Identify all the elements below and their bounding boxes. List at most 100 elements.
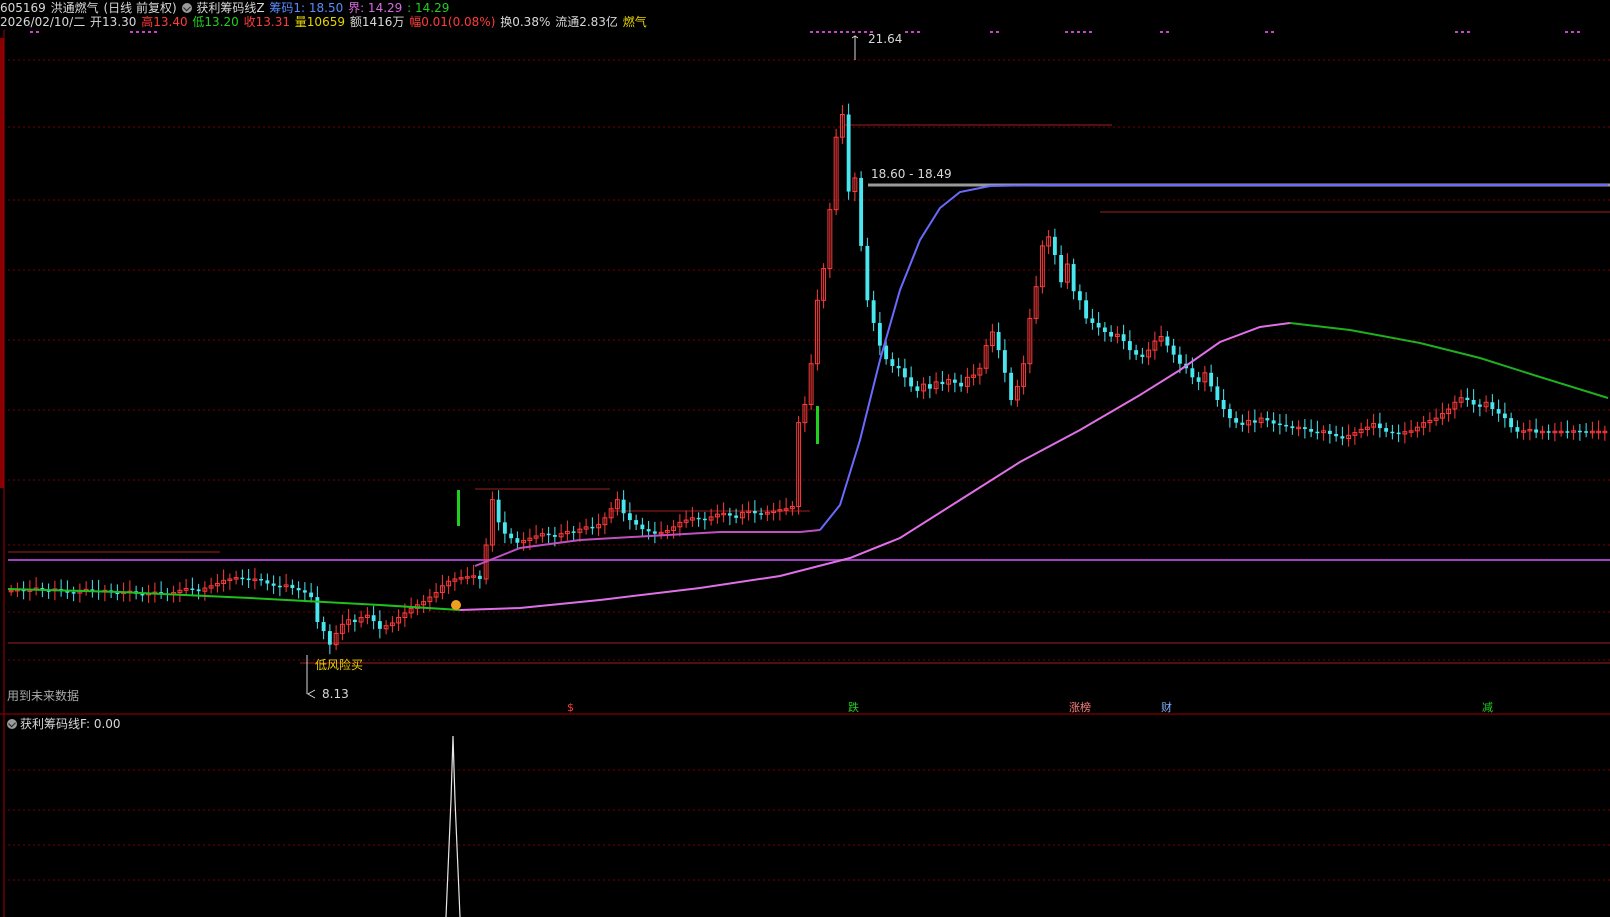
event-label: $	[567, 701, 574, 714]
top-marker-dot	[148, 31, 151, 33]
candle-body	[1577, 430, 1582, 433]
candle-body	[1171, 345, 1176, 355]
sub-indicator-value: : 0.00	[85, 717, 121, 731]
candle-body	[896, 366, 901, 369]
grid-lines	[0, 30, 1610, 917]
top-marker-dot	[846, 31, 849, 33]
candle-body	[1302, 427, 1307, 429]
candle-body	[1565, 431, 1570, 433]
candle-body	[1534, 429, 1539, 433]
top-markers	[30, 31, 1580, 33]
candle-body	[877, 322, 882, 346]
candle-body	[1284, 424, 1289, 427]
candle-body	[502, 522, 507, 534]
top-marker-dot	[1065, 31, 1068, 33]
candle-body	[377, 621, 382, 629]
candle-body	[865, 245, 870, 301]
candle-body	[640, 524, 645, 530]
candle-body	[1196, 377, 1201, 382]
candle-body	[371, 615, 376, 622]
candle-body	[727, 513, 732, 516]
candle-body	[846, 114, 851, 192]
candle-body	[265, 580, 270, 584]
top-marker-dot	[1571, 31, 1574, 33]
candle-body	[1090, 318, 1095, 323]
top-marker-dot	[1565, 31, 1568, 33]
candle-body	[277, 585, 282, 588]
low-price-label: 8.13	[322, 687, 349, 701]
top-marker-dot	[905, 31, 908, 33]
candle-body	[271, 583, 276, 586]
event-marker-finance[interactable]: 财	[1161, 701, 1172, 714]
candle-body	[1059, 254, 1064, 283]
event-marker-fall[interactable]: 跌	[848, 701, 859, 714]
candle-body	[1334, 433, 1339, 437]
candle-body	[1290, 426, 1295, 429]
top-marker-dot	[840, 31, 843, 33]
candle-body	[752, 511, 757, 514]
top-marker-dot	[1461, 31, 1464, 33]
candle-body	[646, 529, 651, 532]
top-marker-dot	[917, 31, 920, 33]
candle-body	[915, 386, 920, 391]
top-marker-dot	[996, 31, 999, 33]
candle-body	[859, 177, 864, 246]
future-data-note: 用到未来数据	[7, 689, 80, 703]
sub-indicator-settings-icon[interactable]	[7, 719, 17, 729]
ma-line-green	[7, 588, 461, 611]
signal-bar	[816, 406, 819, 444]
candle-body	[1315, 431, 1320, 434]
chip-line-blue	[819, 184, 1608, 531]
candle-body	[1584, 431, 1589, 433]
candle-body	[140, 593, 145, 596]
candle-body	[327, 631, 332, 645]
candle-body	[1252, 420, 1257, 423]
candle-body	[940, 381, 945, 385]
candle-body	[509, 533, 514, 539]
candle-body	[1465, 397, 1470, 400]
candle-body	[621, 499, 626, 514]
candle-body	[1127, 341, 1132, 351]
candle-body	[1471, 399, 1476, 405]
candle-body	[1096, 322, 1101, 328]
candle-body	[1515, 427, 1520, 432]
candle-body	[1234, 418, 1239, 423]
top-marker-dot	[1160, 31, 1163, 33]
candle-body	[1221, 399, 1226, 410]
top-marker-dot	[864, 31, 867, 33]
candle-body	[496, 499, 501, 523]
signal-bar	[457, 490, 460, 526]
candle-body	[296, 588, 301, 591]
top-marker-dot	[1089, 31, 1092, 33]
candle-body	[477, 575, 482, 579]
candle-body	[1209, 372, 1214, 387]
range-label: 18.60 - 18.49	[871, 167, 952, 181]
top-marker-dot	[911, 31, 914, 33]
stock-chart-window: 605169 洪通燃气 (日线 前复权) 获利筹码线Z 筹码1: 18.50 界…	[0, 0, 1610, 917]
candle-body	[1390, 431, 1395, 434]
top-marker-dot	[1271, 31, 1274, 33]
candle-body	[1077, 291, 1082, 301]
candle-body	[1277, 423, 1282, 426]
candle-body	[1265, 418, 1270, 421]
event-marker-reduce[interactable]: 减	[1482, 701, 1493, 714]
candle-body	[1240, 422, 1245, 425]
candle-body	[1140, 354, 1145, 357]
candle-body	[1121, 334, 1126, 342]
candlestick-chart[interactable]: 21.64 18.60 - 18.49 8.13 低风险买	[0, 0, 1610, 917]
candle-body	[1509, 418, 1514, 428]
candle-body	[552, 535, 557, 537]
sub-indicator-panel	[8, 35, 1610, 917]
event-marker-dollar[interactable]: $	[567, 701, 574, 714]
candle-body	[871, 300, 876, 323]
top-marker-dot	[1077, 31, 1080, 33]
top-marker-dot	[130, 31, 133, 33]
candle-body	[759, 513, 764, 515]
top-marker-dot	[810, 31, 813, 33]
event-label: 跌	[848, 701, 859, 714]
sub-indicator-name[interactable]: 获利筹码线F	[20, 717, 86, 731]
candle-body	[952, 379, 957, 383]
candle-body	[240, 577, 245, 580]
candle-body	[1134, 350, 1139, 355]
event-marker-rank[interactable]: 涨榜	[1069, 701, 1091, 714]
